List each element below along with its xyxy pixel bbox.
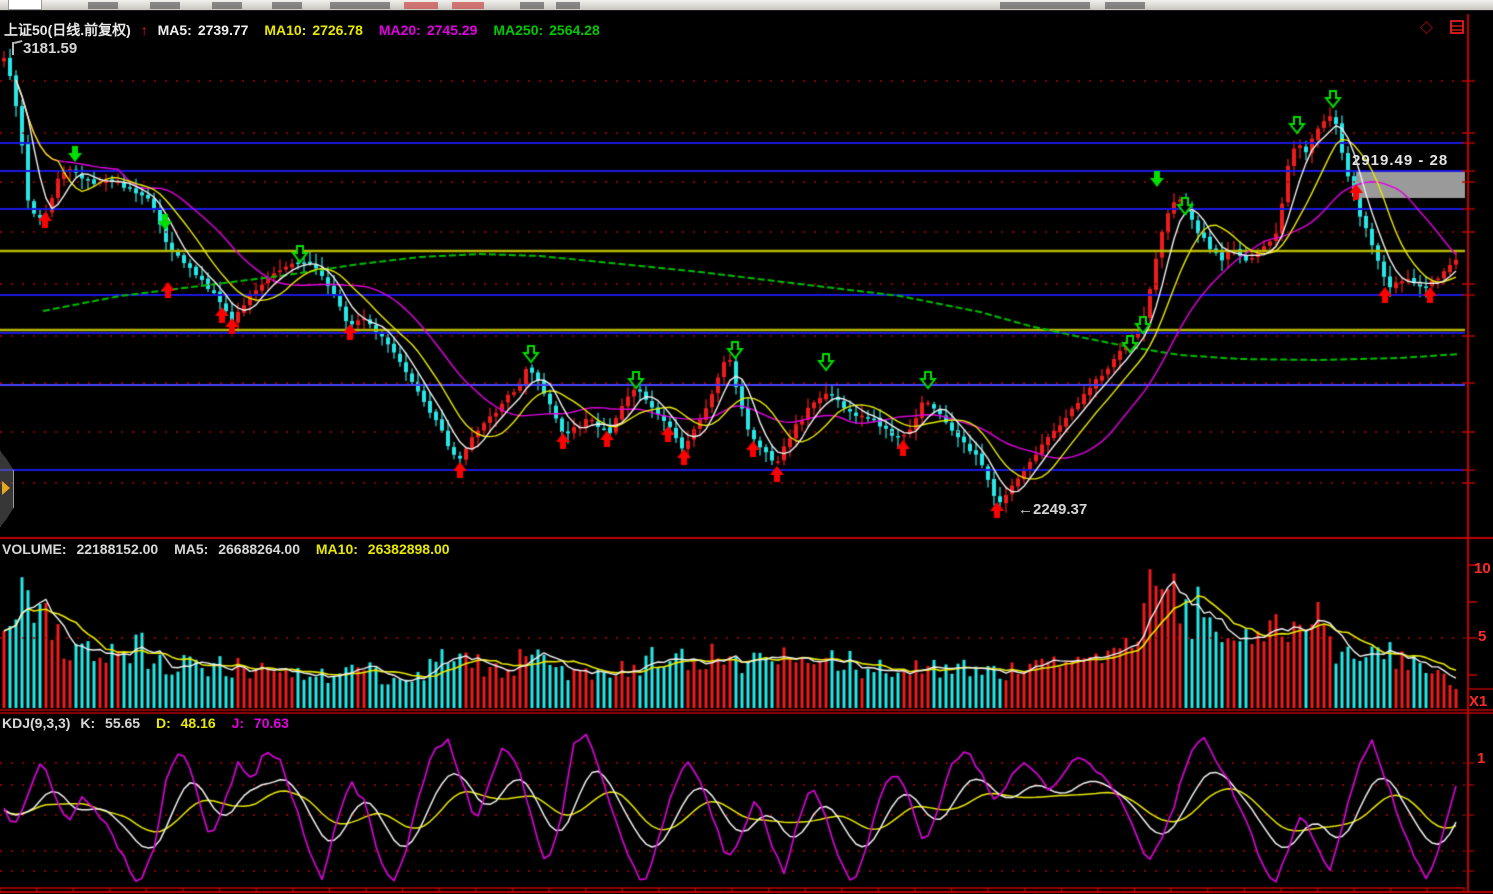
diamond-icon[interactable]: ◇ xyxy=(1420,18,1433,35)
volume-header: VOLUME: 22188152.00 MA5: 26688264.00 MA1… xyxy=(2,541,462,557)
chart-canvas[interactable] xyxy=(0,0,1493,894)
kdj-header: KDJ(9,3,3) K: 55.65 D: 48.16 J: 70.63 xyxy=(2,715,301,731)
menu-highlight-item[interactable] xyxy=(452,2,484,9)
volume-multiplier-label: X1 xyxy=(1469,693,1488,710)
ma250-readout: MA250: 2564.28 xyxy=(493,22,600,38)
menu-input-chip[interactable] xyxy=(8,0,42,10)
kdj-k-readout: K: 55.65 xyxy=(80,715,141,731)
kdj-axis-top-label: 1 xyxy=(1477,750,1486,767)
multi-window-icon[interactable] xyxy=(1450,20,1465,35)
menu-highlight-item[interactable] xyxy=(404,2,438,9)
volume-axis-top-label: 10 xyxy=(1474,560,1491,577)
kdj-d-readout: D: 48.16 xyxy=(155,715,216,731)
low-price-annotation: ←2249.37 xyxy=(1018,501,1088,518)
trading-app-window: 上证50(日线.前复权) ↑ MA5: 2739.77 MA10: 2726.78 … xyxy=(0,0,1493,894)
left-arrow-icon: ← xyxy=(1018,501,1033,518)
up-arrow-icon: ↑ xyxy=(140,22,148,38)
ma10-readout: MA10: 2726.78 xyxy=(264,22,363,38)
kdj-title: KDJ(9,3,3) xyxy=(2,715,71,731)
menu-bar[interactable] xyxy=(0,0,1493,11)
main-chart-header: 上证50(日线.前复权) ↑ MA5: 2739.77 MA10: 2726.78 … xyxy=(4,20,612,40)
ma20-readout: MA20: 2745.29 xyxy=(378,22,478,38)
expand-arrow-icon xyxy=(2,481,10,495)
high-price-annotation: 3181.59 xyxy=(12,40,77,57)
volume-ma10-readout: MA10: 26382898.00 xyxy=(315,541,450,557)
range-annotation: 2919.49 - 28 xyxy=(1352,152,1449,169)
kdj-j-readout: J: 70.63 xyxy=(231,715,289,731)
high-marker-icon xyxy=(12,42,21,55)
symbol-title: 上证50(日线.前复权) xyxy=(4,22,131,38)
volume-readout: VOLUME: 22188152.00 xyxy=(2,541,159,557)
ma5-readout: MA5: 2739.77 xyxy=(157,22,249,38)
volume-axis-mid-label: 5 xyxy=(1478,628,1487,645)
volume-ma5-readout: MA5: 26688264.00 xyxy=(174,541,300,557)
